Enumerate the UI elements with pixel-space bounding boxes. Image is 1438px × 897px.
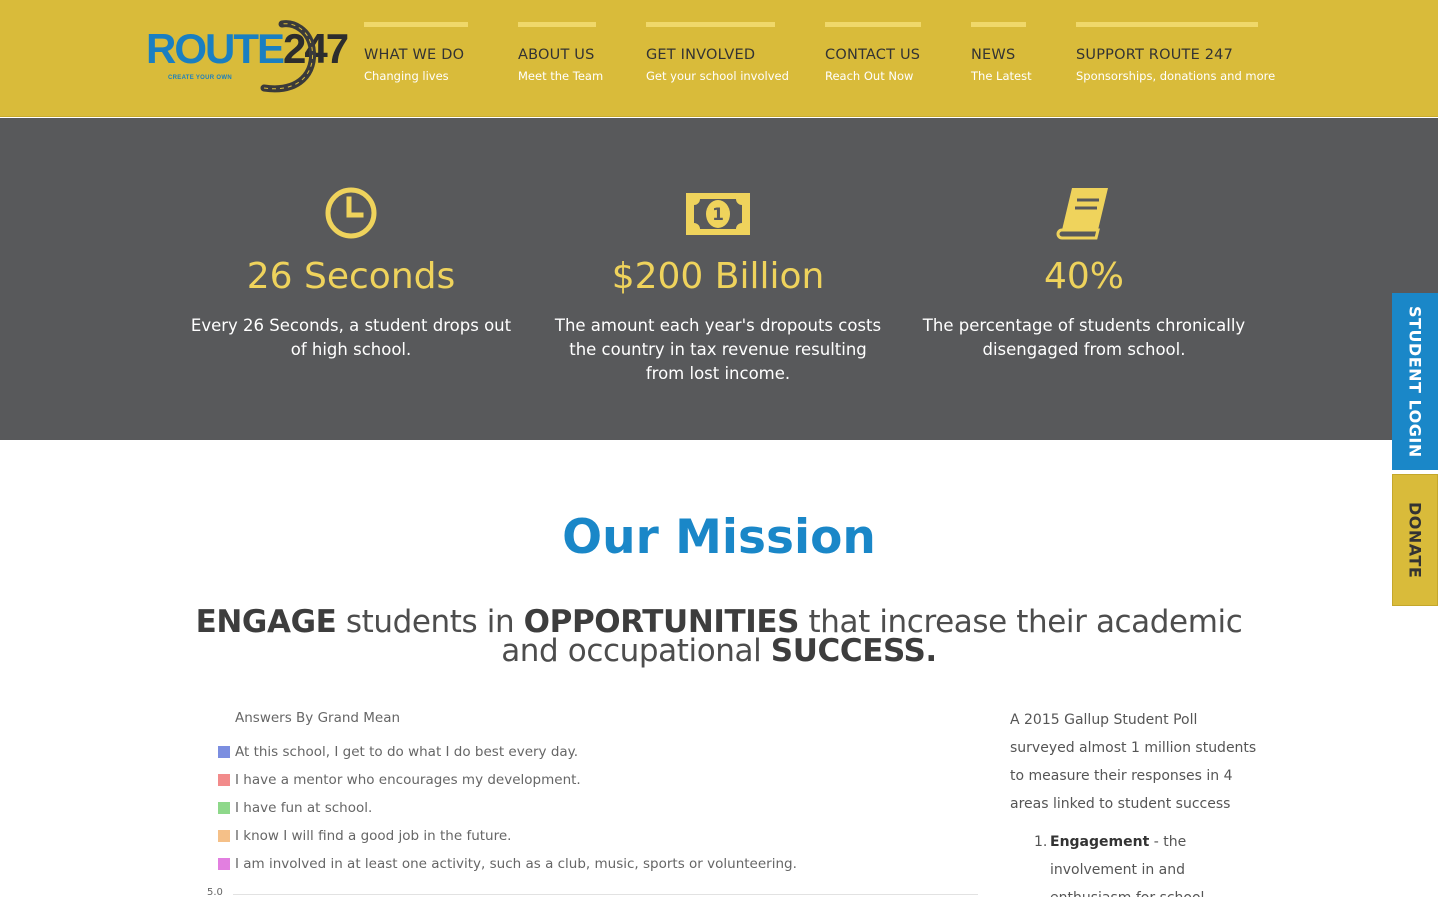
legend-item[interactable]: I have fun at school.	[218, 794, 797, 822]
stat-value: 40%	[1043, 256, 1124, 297]
student-login-tab[interactable]: STUDENT LOGIN	[1392, 293, 1438, 470]
legend-swatch	[218, 746, 230, 758]
y-axis-tick-label: 5.0	[207, 887, 223, 897]
stat-value: $200 Billion	[611, 256, 825, 297]
book-icon	[1056, 188, 1108, 240]
mission-heading: Our Mission	[562, 510, 876, 565]
nav-get-involved[interactable]: GET INVOLVED Get your school involved	[646, 22, 789, 92]
nav-title: GET INVOLVED	[646, 47, 756, 63]
nav-news[interactable]: NEWS The Latest	[971, 22, 1032, 92]
clock-icon	[325, 187, 377, 239]
stat-description: Every 26 Seconds, a student drops out of…	[190, 316, 512, 359]
road-swoosh-icon	[260, 20, 317, 93]
legend-swatch	[218, 858, 230, 870]
svg-text:1: 1	[712, 205, 724, 225]
chart-gridline	[233, 894, 978, 895]
mission-statement: ENGAGE students in OPPORTUNITIES that in…	[195, 604, 1243, 669]
chart-title: Answers By Grand Mean	[235, 710, 401, 726]
legend-item[interactable]: I am involved in at least one activity, …	[218, 850, 797, 878]
list-term: Engagement	[1050, 834, 1150, 850]
nav-what-we-do[interactable]: WHAT WE DO Changing lives	[364, 22, 468, 92]
nav-subtitle: Reach Out Now	[825, 69, 914, 83]
mission-keyword-engage: ENGAGE	[195, 604, 337, 640]
gallup-poll-intro: A 2015 Gallup Student Poll surveyed almo…	[1010, 712, 1257, 812]
nav-title: CONTACT US	[825, 47, 921, 63]
nav-about-us[interactable]: ABOUT US Meet the Team	[518, 22, 604, 92]
stat-value: 26 Seconds	[246, 256, 456, 297]
student-login-label: STUDENT LOGIN	[1405, 305, 1425, 458]
legend-item[interactable]: I have a mentor who encourages my develo…	[218, 766, 797, 794]
nav-subtitle: Get your school involved	[646, 69, 789, 83]
list-number: 1.	[1034, 834, 1048, 850]
stats-band: 26 Seconds Every 26 Seconds, a student d…	[0, 118, 1438, 440]
legend-swatch	[218, 830, 230, 842]
nav-subtitle: The Latest	[971, 69, 1032, 83]
poll-areas-list: 1. Engagement - the involvement in and e…	[1034, 828, 1234, 897]
mission-keyword-success: SUCCESS.	[770, 633, 937, 669]
nav-contact-us[interactable]: CONTACT US Reach Out Now	[825, 22, 921, 92]
legend-swatch	[218, 774, 230, 786]
legend-swatch	[218, 802, 230, 814]
logo-tagline: CREATE YOUR OWN	[168, 75, 232, 81]
dollar-bill-icon: 1	[686, 193, 750, 235]
legend-item[interactable]: I know I will find a good job in the fut…	[218, 822, 797, 850]
route247-logo[interactable]: ROUTE247 CREATE YOUR OWN	[146, 18, 349, 96]
nav-title: NEWS	[971, 47, 1016, 63]
stat-description: The amount each year's dropouts costs th…	[554, 316, 882, 383]
nav-subtitle: Sponsorships, donations and more	[1076, 69, 1276, 83]
nav-support-route-247[interactable]: SUPPORT ROUTE 247 Sponsorships, donation…	[1076, 22, 1276, 92]
list-item: Engagement - the involvement in and enth…	[1050, 828, 1234, 897]
nav-title: ABOUT US	[518, 47, 595, 63]
nav-subtitle: Meet the Team	[518, 69, 604, 83]
site-header: ROUTE247 CREATE YOUR OWN WHAT WE DO Chan…	[0, 0, 1438, 117]
nav-title: SUPPORT ROUTE 247	[1076, 47, 1234, 63]
stat-description: The percentage of students chronically d…	[922, 316, 1246, 359]
nav-subtitle: Changing lives	[364, 69, 449, 83]
nav-title: WHAT WE DO	[364, 47, 465, 63]
chart-legend: At this school, I get to do what I do be…	[218, 738, 797, 878]
legend-item[interactable]: At this school, I get to do what I do be…	[218, 738, 797, 766]
